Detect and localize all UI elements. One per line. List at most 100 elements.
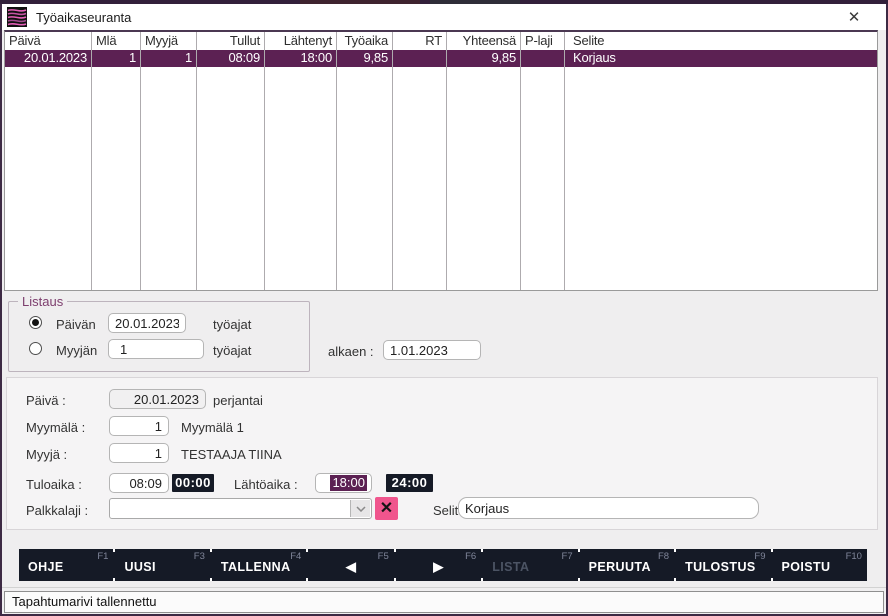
- radio-myyjan[interactable]: [29, 342, 42, 355]
- grid-column-header: Työaika: [337, 32, 392, 49]
- app-logo-icon: [7, 7, 27, 27]
- titlebar: Työaikaseuranta ✕: [2, 4, 886, 30]
- paivan-date-input[interactable]: [108, 313, 186, 333]
- grid-column: P-laji: [521, 32, 565, 290]
- myymala-name-label: Myymälä 1: [181, 420, 244, 435]
- toolbar-button-ohje[interactable]: OHJE F1: [19, 549, 113, 581]
- toolbar-button-label: POISTU: [782, 560, 831, 574]
- grid-column: Päivä20.01.2023: [5, 32, 92, 290]
- alkaen-date-input[interactable]: [383, 340, 481, 360]
- grid-column: RT: [393, 32, 447, 290]
- myyjan-number-input[interactable]: [108, 339, 204, 359]
- selite-input[interactable]: [458, 497, 759, 519]
- grid-selected-row-cell[interactable]: 1: [141, 50, 196, 67]
- myymala-label: Myymälä :: [26, 420, 85, 435]
- paiva-input[interactable]: [109, 389, 206, 409]
- grid-empty-area: [141, 67, 196, 290]
- worktime-grid[interactable]: Päivä20.01.2023Mlä1Myyjä1Tullut08:09Läht…: [4, 30, 878, 291]
- grid-column: Yhteensä9,85: [447, 32, 521, 290]
- grid-selected-row-cell[interactable]: [521, 50, 564, 67]
- lahtoaika-input[interactable]: 18:00: [315, 473, 372, 493]
- radio-paivan[interactable]: [29, 316, 42, 329]
- grid-column: Myyjä1: [141, 32, 197, 290]
- toolbar-button-label: OHJE: [28, 560, 64, 574]
- palkkalaji-label: Palkkalaji :: [26, 503, 88, 518]
- toolbar-button-peruuta[interactable]: PERUUTAF8: [580, 549, 674, 581]
- listaus-group-label: Listaus: [18, 294, 67, 309]
- toolbar-button-uusi[interactable]: UUSI F3: [115, 549, 209, 581]
- grid-column: Mlä1: [92, 32, 141, 290]
- statusbar: Tapahtumarivi tallennettu: [0, 587, 888, 616]
- grid-selected-row-cell[interactable]: Korjaus: [565, 50, 877, 67]
- grid-column-header: P-laji: [521, 32, 564, 49]
- grid-selected-row-cell[interactable]: [393, 50, 446, 67]
- myymala-input[interactable]: [109, 416, 169, 436]
- grid-column-header: RT: [393, 32, 446, 49]
- grid-column: Lähtenyt18:00: [265, 32, 337, 290]
- detail-form-panel: Päivä : perjantai Myymälä : Myymälä 1 My…: [6, 377, 878, 530]
- toolbar-button-tulostus[interactable]: TULOSTUSF9: [676, 549, 770, 581]
- grid-selected-row-cell[interactable]: 20.01.2023: [5, 50, 91, 67]
- grid-selected-row-cell[interactable]: 1: [92, 50, 140, 67]
- function-key-label: F5: [378, 551, 389, 562]
- arrow-right-icon: ▶: [433, 559, 443, 575]
- grid-column-header: Mlä: [92, 32, 140, 49]
- palkkalaji-combobox[interactable]: [109, 498, 372, 519]
- grid-column-header: Yhteensä: [447, 32, 520, 49]
- grid-selected-row-cell[interactable]: 18:00: [265, 50, 336, 67]
- grid-selected-row-cell[interactable]: 9,85: [447, 50, 520, 67]
- function-key-label: F9: [754, 551, 765, 562]
- function-key-label: F4: [290, 551, 301, 562]
- tuloaika-input[interactable]: [109, 473, 169, 493]
- function-key-label: F10: [846, 551, 862, 562]
- grid-empty-area: [265, 67, 336, 290]
- arrow-left-icon: ◀: [346, 559, 356, 575]
- grid-empty-area: [565, 67, 877, 290]
- window-top-border: [0, 0, 888, 4]
- toolbar-button-poistu[interactable]: POISTU F10: [773, 549, 867, 581]
- function-key-toolbar: OHJE F1 UUSI F3 TALLENNAF4 ◀ F5 ▶F6 LISTA F7 PERUU…: [19, 549, 867, 581]
- paiva-label: Päivä :: [26, 393, 66, 408]
- grid-empty-area: [393, 67, 446, 290]
- chevron-down-icon[interactable]: [350, 500, 370, 517]
- close-icon[interactable]: ✕: [844, 8, 864, 28]
- paivan-radio-label: Päivän: [56, 317, 96, 332]
- toolbar-button-label: UUSI: [124, 560, 155, 574]
- grid-empty-area: [447, 67, 520, 290]
- grid-column-header: Päivä: [5, 32, 91, 49]
- grid-column: SeliteKorjaus: [565, 32, 877, 290]
- grid-column-header: Selite: [565, 32, 877, 49]
- function-key-label: F7: [562, 551, 573, 562]
- myyja-input[interactable]: [109, 443, 169, 463]
- lahtoaika-selected-text: 18:00: [330, 475, 367, 491]
- grid-column-header: Lähtenyt: [265, 32, 336, 49]
- grid-empty-area: [5, 67, 91, 290]
- myyjan-radio-label: Myyjän: [56, 343, 97, 358]
- function-key-label: F3: [194, 551, 205, 562]
- function-key-label: F1: [97, 551, 108, 562]
- toolbar-button-lista: LISTA F7: [483, 549, 577, 581]
- arrow-right-button[interactable]: ▶F6: [396, 549, 481, 581]
- clear-palkkalaji-icon[interactable]: ✕: [375, 497, 398, 520]
- status-message: Tapahtumarivi tallennettu: [4, 591, 884, 613]
- grid-column: Tullut08:09: [197, 32, 265, 290]
- paiva-weekday-label: perjantai: [213, 393, 263, 408]
- grid-empty-area: [521, 67, 564, 290]
- grid-column-header: Tullut: [197, 32, 264, 49]
- toolbar-button-label: TULOSTUS: [685, 560, 756, 574]
- toolbar-button-label: TALLENNA: [221, 560, 291, 574]
- lahtoaika-label: Lähtöaika :: [234, 477, 298, 492]
- arrow-left-button[interactable]: ◀ F5: [308, 549, 393, 581]
- toolbar-button-tallenna[interactable]: TALLENNAF4: [212, 549, 306, 581]
- toolbar-button-label: LISTA: [492, 560, 529, 574]
- paivan-suffix-label: työajat: [213, 317, 251, 332]
- alkaen-label: alkaen :: [328, 344, 374, 359]
- grid-selected-row-cell[interactable]: 08:09: [197, 50, 264, 67]
- myyja-name-label: TESTAAJA TIINA: [181, 447, 282, 462]
- myyjan-suffix-label: työajat: [213, 343, 251, 358]
- window-title: Työaikaseuranta: [36, 10, 131, 25]
- grid-empty-area: [197, 67, 264, 290]
- grid-selected-row-cell[interactable]: 9,85: [337, 50, 392, 67]
- tuloaika-min-badge: 00:00: [172, 474, 214, 492]
- myyja-label: Myyjä :: [26, 447, 67, 462]
